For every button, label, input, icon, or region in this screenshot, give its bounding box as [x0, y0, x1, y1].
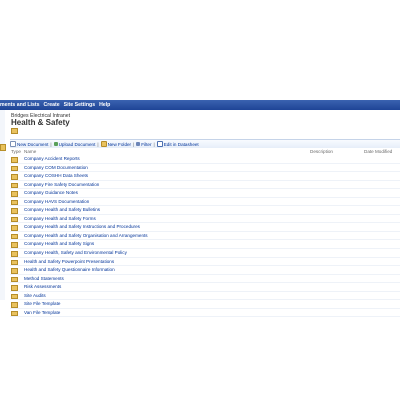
folder-name-link[interactable]: Company HAVS Documentation [24, 199, 89, 204]
list-item[interactable]: Company Accident Reports [10, 155, 400, 164]
new-document-icon [10, 141, 16, 147]
folder-icon [11, 259, 18, 266]
list-item[interactable]: Company Health and Safety Signs [10, 240, 400, 250]
folder-icon [11, 233, 18, 240]
nav-documents-and-lists[interactable]: ments and Lists [0, 102, 40, 108]
upload-document-label: Upload Document [58, 141, 96, 147]
list-item[interactable]: Company Health and Safety Organisation a… [10, 232, 400, 241]
edit-in-datasheet-button[interactable]: Edit in Datasheet [156, 141, 199, 147]
toolbar-separator: | [133, 141, 135, 147]
folder-name-link[interactable]: Site Audits [24, 293, 46, 298]
folder-icon [11, 276, 18, 283]
folder-name-link[interactable]: Company COM Documentation [24, 165, 88, 170]
folder-icon [11, 216, 18, 223]
list-item[interactable]: Company Health and Safety Forms [10, 215, 400, 224]
list-item[interactable]: Risk Assessments [10, 283, 400, 292]
folder-icon [11, 157, 18, 163]
list-item[interactable]: Health and Safety Powerpoint Presentatio… [10, 258, 400, 267]
folder-name-link[interactable]: Company Guidance Notes [24, 190, 78, 195]
new-folder-label: New Folder [107, 141, 132, 147]
column-header-date-modified[interactable]: Date Modified [364, 149, 392, 154]
folder-name-link[interactable]: Company COSHH Data Sheets [24, 173, 88, 178]
folder-name-link[interactable]: Company Health and Safety Forms [24, 216, 96, 221]
folder-icon [11, 182, 18, 189]
edit-in-datasheet-label: Edit in Datasheet [163, 141, 199, 147]
list-item[interactable]: Company COSHH Data Sheets [10, 172, 400, 181]
folder-icon [11, 310, 18, 317]
list-item[interactable]: Company Guidance Notes [10, 189, 400, 198]
folder-name-link[interactable]: Company Fire Safety Documentation [24, 182, 99, 187]
folder-icon [11, 191, 18, 197]
list-item[interactable]: Company Health and Safety Bulletins [10, 206, 400, 215]
toolbar-separator: | [153, 141, 155, 147]
folder-icon [11, 251, 18, 257]
toolbar-separator: | [97, 141, 99, 147]
folder-name-link[interactable]: Company Accident Reports [24, 156, 80, 161]
column-header-type[interactable]: Type [11, 149, 21, 154]
folder-icon [11, 268, 18, 274]
upload-icon [53, 142, 58, 146]
filter-icon [136, 142, 141, 146]
page-title: Health & Safety [11, 118, 70, 127]
folder-name-link[interactable]: Company Health and Safety Instructions a… [24, 224, 140, 229]
new-document-label: New Document [17, 141, 49, 147]
folder-icon [11, 225, 18, 231]
list-item[interactable]: Company Fire Safety Documentation [10, 181, 400, 190]
list-item[interactable]: Company Health, Safety and Environmental… [10, 249, 400, 258]
folder-name-link[interactable]: Company Health and Safety Signs [24, 241, 94, 246]
left-quick-launch [0, 110, 5, 300]
folder-name-link[interactable]: Van File Template [24, 310, 60, 315]
new-folder-icon [100, 141, 107, 147]
upload-document-button[interactable]: Upload Document [53, 141, 96, 147]
filter-label: Filter [141, 141, 152, 147]
folder-name-link[interactable]: Company Health, Safety and Environmental… [24, 250, 127, 255]
folder-name-link[interactable]: Site File Template [24, 301, 60, 306]
nav-site-settings[interactable]: Site Settings [64, 102, 95, 108]
folder-name-link[interactable]: Company Health and Safety Bulletins [24, 207, 100, 212]
list-item[interactable]: Company COM Documentation [10, 164, 400, 173]
folder-name-link[interactable]: Risk Assessments [24, 284, 61, 289]
folder-name-link[interactable]: Method Statements [24, 276, 64, 281]
folder-name-link[interactable]: Company Health and Safety Organisation a… [24, 233, 148, 238]
folder-icon [11, 242, 18, 248]
folder-icon [11, 199, 18, 206]
folder-icon [11, 208, 18, 214]
folder-icon [11, 285, 18, 291]
folder-icon [11, 128, 18, 134]
top-navigation-bar: ments and Lists Create Site Settings Hel… [0, 100, 400, 110]
list-item[interactable]: Company Health and Safety Instructions a… [10, 223, 400, 232]
column-header-name[interactable]: Name [24, 149, 36, 154]
folder-icon [11, 174, 18, 180]
folder-icon [11, 293, 18, 300]
library-toolbar: New Document | Upload Document | New Fol… [10, 139, 400, 148]
folder-name-link[interactable]: Health and Safety Questionnaire Informat… [24, 267, 115, 272]
new-document-button[interactable]: New Document [10, 141, 48, 147]
column-header-description[interactable]: Description [310, 149, 333, 154]
list-item[interactable]: Company HAVS Documentation [10, 198, 400, 207]
datasheet-icon [156, 141, 163, 147]
document-library-list: Company Accident Reports Company COM Docu… [10, 155, 400, 318]
folder-name-link[interactable]: Health and Safety Powerpoint Presentatio… [24, 259, 114, 264]
toolbar-separator: | [50, 141, 52, 147]
list-item[interactable]: Method Statements [10, 275, 400, 284]
list-item[interactable]: Site Audits [10, 292, 400, 301]
nav-help[interactable]: Help [99, 102, 110, 108]
folder-icon[interactable] [0, 144, 6, 151]
filter-button[interactable]: Filter [136, 141, 152, 147]
new-folder-button[interactable]: New Folder [100, 141, 132, 147]
folder-icon [11, 165, 18, 172]
folder-icon [11, 302, 18, 308]
nav-create[interactable]: Create [44, 102, 60, 108]
list-item[interactable]: Van File Template [10, 309, 400, 318]
list-item[interactable]: Site File Template [10, 300, 400, 309]
list-item[interactable]: Health and Safety Questionnaire Informat… [10, 266, 400, 275]
